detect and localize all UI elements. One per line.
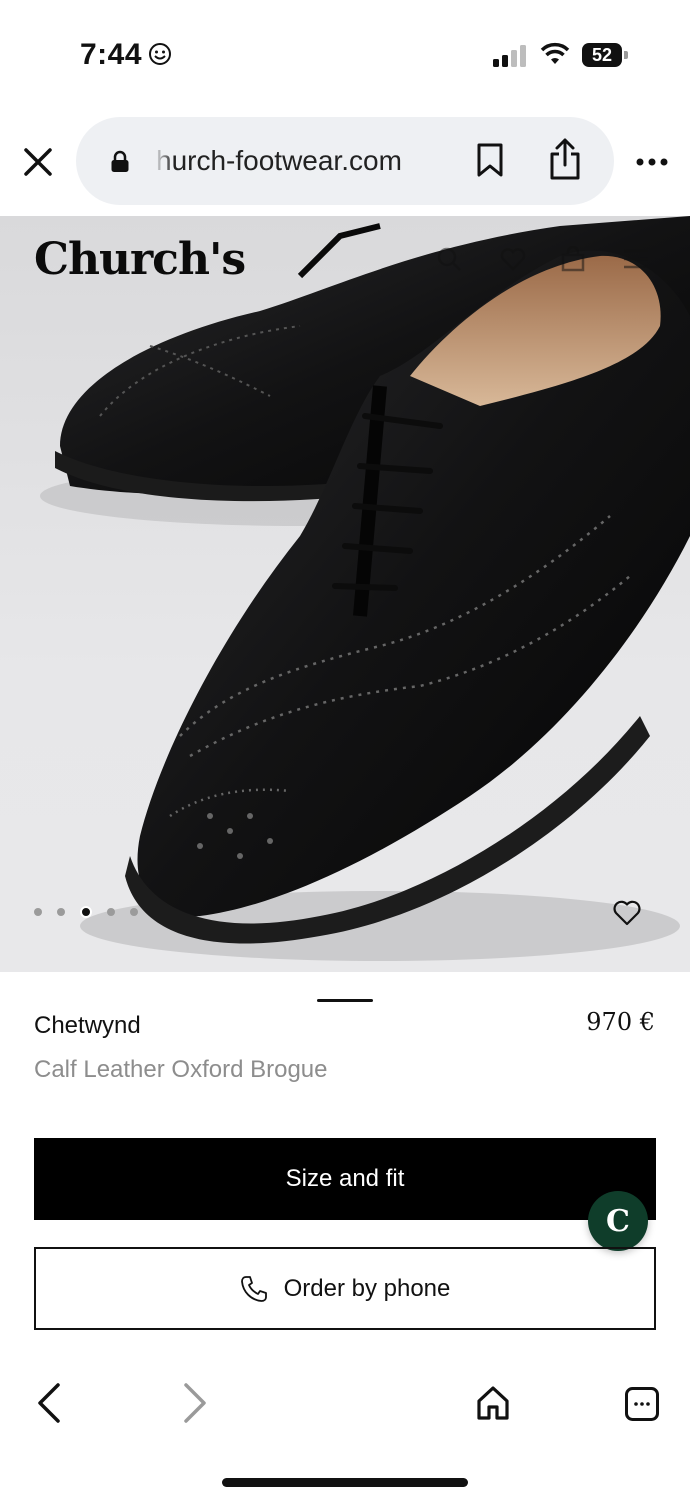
- battery-icon: 52: [582, 43, 628, 67]
- chat-button[interactable]: C: [588, 1191, 648, 1251]
- order-by-phone-button[interactable]: Order by phone: [34, 1247, 656, 1330]
- gallery-dot[interactable]: [57, 908, 65, 916]
- product-price: 970 €: [586, 1008, 655, 1036]
- gallery-dot[interactable]: [107, 908, 115, 916]
- url-text[interactable]: hurch-footwear.com: [156, 145, 438, 177]
- menu-icon[interactable]: [622, 248, 650, 270]
- gallery-dot[interactable]: [34, 908, 42, 916]
- product-subtitle: Calf Leather Oxford Brogue: [34, 1056, 328, 1083]
- gallery-dot[interactable]: [130, 908, 138, 916]
- forward-icon[interactable]: [182, 1382, 208, 1424]
- order-by-phone-label: Order by phone: [283, 1274, 451, 1302]
- home-icon[interactable]: [474, 1384, 512, 1422]
- phone-icon: [240, 1275, 267, 1302]
- gallery-dot-active[interactable]: [80, 906, 92, 918]
- share-icon[interactable]: [548, 137, 582, 181]
- home-indicator[interactable]: [222, 1478, 468, 1487]
- wishlist-icon[interactable]: [500, 246, 526, 272]
- status-bar: 7:44 52: [0, 0, 690, 110]
- product-photo: [40, 216, 690, 961]
- chat-logo: C: [606, 1203, 630, 1239]
- lock-icon: [111, 150, 129, 172]
- back-icon[interactable]: [36, 1382, 62, 1424]
- status-time: 7:44: [80, 38, 143, 71]
- brand-logo[interactable]: Church's: [34, 234, 246, 285]
- product-image-gallery[interactable]: Church's: [0, 216, 690, 972]
- cell-signal-icon: [493, 45, 526, 67]
- tabs-icon[interactable]: [624, 1386, 660, 1422]
- address-bar[interactable]: hurch-footwear.com: [76, 117, 614, 205]
- product-name: Chetwynd: [34, 1012, 141, 1039]
- sheet-handle[interactable]: [317, 999, 373, 1002]
- search-icon[interactable]: [436, 246, 462, 272]
- more-options-icon[interactable]: [636, 158, 668, 166]
- close-icon[interactable]: [22, 146, 54, 178]
- heart-icon[interactable]: [612, 899, 642, 927]
- bag-icon[interactable]: [560, 246, 586, 272]
- size-and-fit-label: Size and fit: [285, 1165, 405, 1192]
- site-header-icons: [436, 246, 666, 276]
- smiley-icon: [149, 43, 171, 65]
- wifi-icon: [540, 42, 570, 64]
- size-and-fit-button[interactable]: Size and fit: [34, 1138, 656, 1220]
- battery-level: 52: [582, 43, 622, 67]
- bookmark-icon[interactable]: [476, 142, 504, 178]
